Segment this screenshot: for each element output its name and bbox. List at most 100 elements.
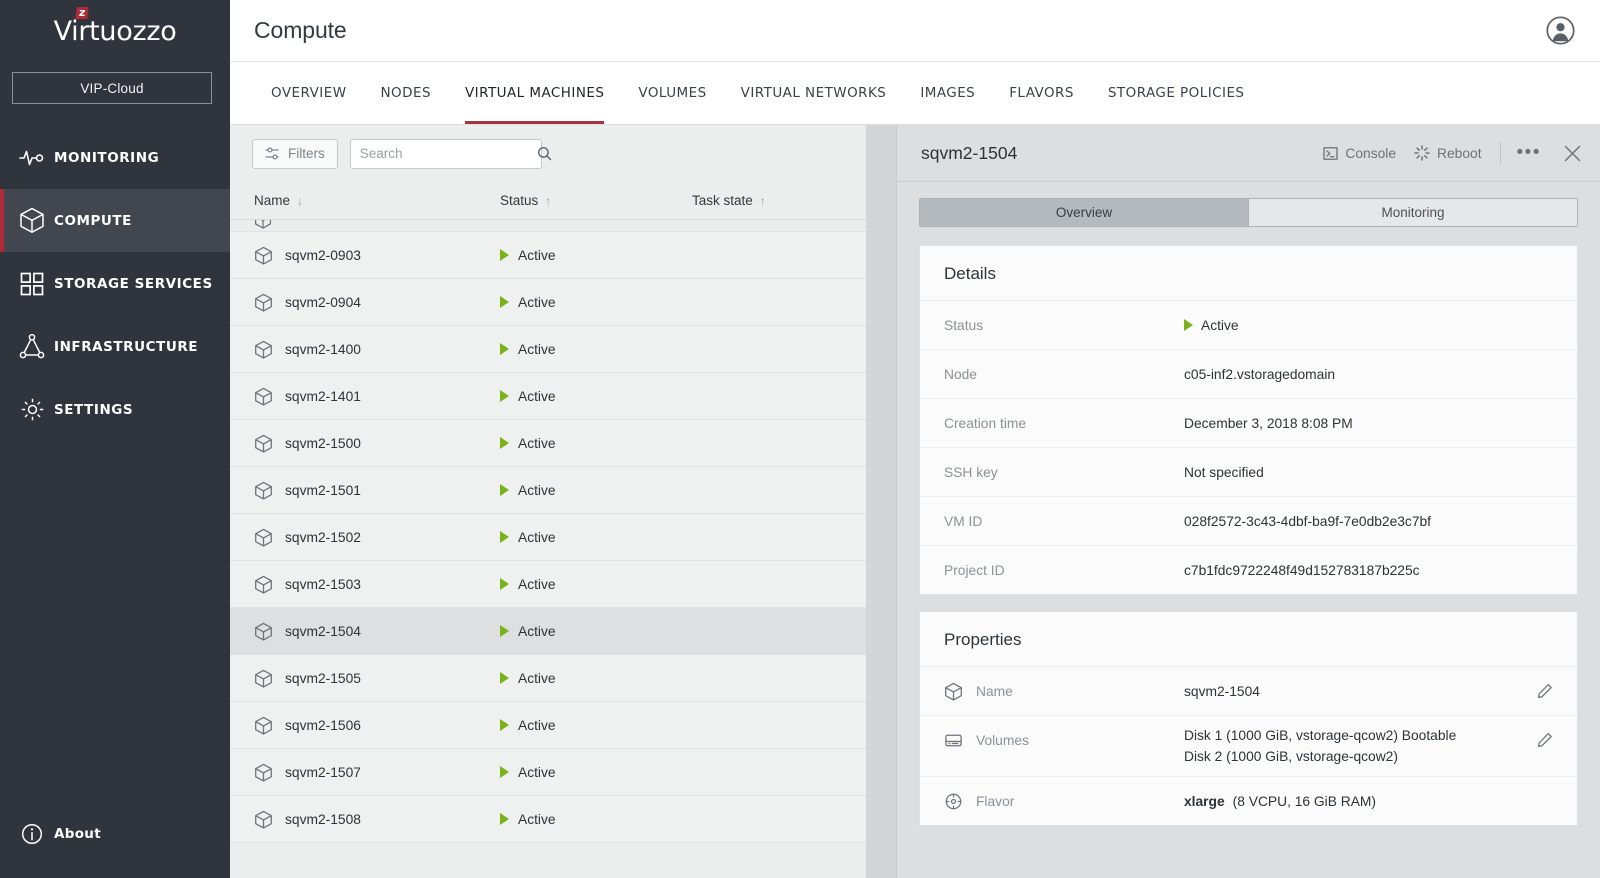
column-header-task-state[interactable]: Task state ↑	[692, 193, 866, 208]
vm-name: sqvm2-1500	[285, 436, 361, 451]
sliders-icon	[265, 146, 280, 161]
segment-overview[interactable]: Overview	[920, 199, 1248, 226]
table-row[interactable]: sqvm2-1506Active	[230, 702, 866, 749]
property-row-name: Name sqvm2-1504	[920, 667, 1577, 716]
vm-status-cell: Active	[500, 248, 692, 263]
console-button[interactable]: Console	[1323, 146, 1396, 161]
reboot-button[interactable]: Reboot	[1414, 145, 1482, 161]
property-key-wrap: Name	[944, 667, 1184, 715]
table-row[interactable]: sqvm2-1400 Active	[230, 326, 866, 373]
sidebar-item-compute[interactable]: COMPUTE	[0, 189, 230, 252]
main-area: Compute OVERVIEW NODES VIRTUAL MACHINES …	[230, 0, 1600, 878]
more-actions-button[interactable]: •••	[1517, 148, 1541, 158]
vm-status-cell: Active	[500, 483, 692, 498]
console-label: Console	[1345, 146, 1396, 161]
volume-item: Disk 2 (1000 GiB, vstorage-qcow2)	[1184, 749, 1398, 764]
cube-icon	[10, 207, 54, 234]
sidebar-item-settings[interactable]: SETTINGS	[0, 378, 230, 441]
tab-virtual-machines[interactable]: VIRTUAL MACHINES	[448, 62, 621, 124]
segment-monitoring[interactable]: Monitoring	[1248, 199, 1577, 226]
table-row[interactable]: sqvm2-0903Active	[230, 232, 866, 279]
table-row[interactable]: sqvm2-1504 Active	[230, 608, 866, 655]
tab-volumes[interactable]: VOLUMES	[621, 62, 723, 124]
vm-name-cell: sqvm2-0904	[230, 293, 500, 312]
column-header-status[interactable]: Status ↑	[500, 193, 692, 208]
close-icon[interactable]	[1563, 144, 1582, 163]
list-toolbar: Filters	[230, 125, 866, 182]
vm-name-cell: sqvm2-1506	[230, 716, 500, 735]
sidebar-item-label: MONITORING	[54, 150, 159, 166]
vm-name: sqvm2-1501	[285, 483, 361, 498]
property-key: Flavor	[976, 794, 1014, 809]
disk-icon	[944, 731, 963, 750]
sidebar-item-storage-services[interactable]: STORAGE SERVICES	[0, 252, 230, 315]
triangle-nodes-icon	[10, 334, 54, 360]
app-logo: z Virtuozzo	[0, 0, 230, 62]
column-label: Name	[254, 193, 290, 208]
column-header-name[interactable]: Name ↓	[230, 193, 500, 208]
property-key: Volumes	[976, 733, 1029, 748]
user-avatar-icon[interactable]	[1544, 15, 1576, 47]
tab-images[interactable]: IMAGES	[903, 62, 992, 124]
vm-name: sqvm2-1505	[285, 671, 361, 686]
sidebar-item-infrastructure[interactable]: INFRASTRUCTURE	[0, 315, 230, 378]
page-title: Compute	[254, 17, 347, 44]
vm-status: Active	[518, 624, 556, 639]
detail-value: c05-inf2.vstoragedomain	[1184, 350, 1553, 398]
vm-status: Active	[518, 342, 556, 357]
edit-name-pencil-icon[interactable]	[1527, 667, 1553, 715]
edit-volumes-pencil-icon[interactable]	[1527, 716, 1553, 764]
vm-table-body: sqvm2-0903Activesqvm2-0904Activesqvm2-14…	[230, 220, 866, 878]
vm-name: sqvm2-1507	[285, 765, 361, 780]
table-row[interactable]: sqvm2-1505Active	[230, 655, 866, 702]
sort-arrow-up-icon: ↑	[545, 194, 551, 208]
table-row[interactable]: sqvm2-1401 Active	[230, 373, 866, 420]
detail-row-node: Node c05-inf2.vstoragedomain	[920, 350, 1577, 399]
tab-nodes[interactable]: NODES	[364, 62, 448, 124]
tab-storage-policies[interactable]: STORAGE POLICIES	[1091, 62, 1262, 124]
cube-icon	[254, 434, 273, 453]
properties-card: Properties Name	[919, 611, 1578, 826]
vm-name: sqvm2-0904	[285, 295, 361, 310]
tab-flavors[interactable]: FLAVORS	[992, 62, 1091, 124]
detail-row-status: Status Active	[920, 301, 1577, 350]
search-box[interactable]	[350, 139, 542, 169]
sidebar-bottom-nav: About	[0, 812, 230, 856]
vm-name: sqvm2-1401	[285, 389, 361, 404]
detail-row-vm-id: VM ID 028f2572-3c43-4dbf-ba9f-7e0db2e3c7…	[920, 497, 1577, 546]
table-row[interactable]: sqvm2-1508Active	[230, 796, 866, 843]
sidebar-item-about[interactable]: About	[0, 812, 230, 856]
vm-name-cell: sqvm2-1503	[230, 575, 500, 594]
volume-item: Disk 1 (1000 GiB, vstorage-qcow2) Bootab…	[1184, 728, 1456, 743]
vm-status-cell: Active	[500, 342, 692, 357]
vm-status: Active	[518, 389, 556, 404]
tab-overview[interactable]: OVERVIEW	[254, 62, 364, 124]
vm-name-cell: sqvm2-1508	[230, 810, 500, 829]
search-icon[interactable]	[537, 146, 552, 161]
sidebar-item-monitoring[interactable]: MONITORING	[0, 126, 230, 189]
filters-label: Filters	[288, 146, 325, 161]
sort-arrow-down-icon: ↓	[297, 194, 303, 208]
tab-virtual-networks[interactable]: VIRTUAL NETWORKS	[724, 62, 904, 124]
vm-list-pane: Filters Name	[230, 125, 866, 878]
search-input[interactable]	[360, 146, 537, 161]
table-row[interactable]: sqvm2-1507Active	[230, 749, 866, 796]
table-row[interactable]: sqvm2-1501 Active	[230, 467, 866, 514]
vm-status-cell: Active	[500, 577, 692, 592]
cloud-selector-button[interactable]: VIP-Cloud	[12, 72, 212, 104]
vm-status-cell: Active	[500, 812, 692, 827]
details-card: Details Status Active Node c05-inf2.vsto…	[919, 245, 1578, 595]
vm-name: sqvm2-1400	[285, 342, 361, 357]
flavor-icon	[944, 792, 963, 811]
terminal-icon	[1323, 146, 1338, 161]
logo-text: Virtuozzo	[54, 16, 177, 47]
table-row[interactable]: sqvm2-1503Active	[230, 561, 866, 608]
table-row[interactable]: sqvm2-0904Active	[230, 279, 866, 326]
table-row-partial[interactable]	[230, 220, 866, 232]
filters-button[interactable]: Filters	[252, 139, 338, 169]
property-row-volumes: Volumes Disk 1 (1000 GiB, vstorage-qcow2…	[920, 716, 1577, 777]
sidebar-item-label: About	[54, 826, 101, 842]
vm-name: sqvm2-1504	[285, 624, 361, 639]
table-row[interactable]: sqvm2-1500Active	[230, 420, 866, 467]
table-row[interactable]: sqvm2-1502Active	[230, 514, 866, 561]
